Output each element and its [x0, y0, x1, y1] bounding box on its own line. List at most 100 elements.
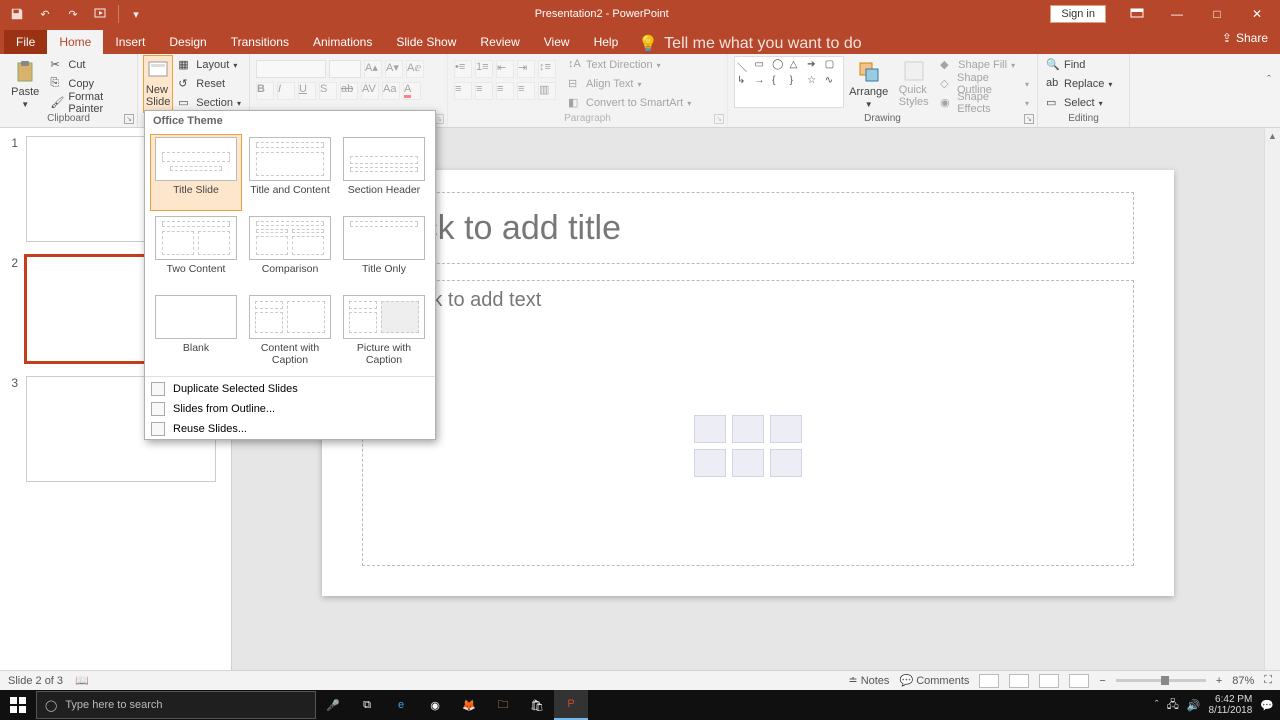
slide-canvas[interactable]: Click to add title Click to add text — [322, 170, 1174, 596]
shape-effects-button[interactable]: ◉Shape Effects▾ — [938, 95, 1031, 112]
tab-help[interactable]: Help — [582, 30, 631, 54]
insert-chart-icon[interactable] — [732, 415, 764, 443]
char-spacing-icon[interactable]: AV — [361, 82, 379, 100]
slideshow-view-icon[interactable] — [1069, 674, 1089, 688]
comments-button[interactable]: 💬 Comments — [899, 674, 969, 687]
shapes-gallery[interactable]: ＼▭◯△➔▢ ↳→{}☆∿ — [734, 56, 844, 108]
layout-content-with-caption[interactable]: Content with Caption — [245, 293, 335, 368]
layout-blank[interactable]: Blank — [151, 293, 241, 368]
start-button[interactable] — [0, 690, 36, 720]
insert-table-icon[interactable] — [694, 415, 726, 443]
powerpoint-taskbar-icon[interactable]: P — [554, 690, 588, 720]
duplicate-selected-slides[interactable]: Duplicate Selected Slides — [145, 379, 435, 399]
undo-icon[interactable]: ↶ — [34, 3, 56, 25]
slide-sorter-view-icon[interactable] — [1009, 674, 1029, 688]
format-painter-button[interactable]: 🖌Format Painter — [48, 95, 131, 112]
italic-icon[interactable]: I — [277, 82, 295, 100]
layout-title-slide[interactable]: Title Slide — [151, 135, 241, 210]
store-icon[interactable]: 🛍 — [520, 690, 554, 720]
taskbar-clock[interactable]: 6:42 PM 8/11/2018 — [1209, 694, 1253, 716]
shape-connector-icon[interactable]: ↳ — [737, 75, 754, 90]
bold-icon[interactable]: B — [256, 82, 274, 100]
qat-customize-icon[interactable]: ▾ — [125, 3, 147, 25]
spellcheck-icon[interactable]: 📖 — [75, 674, 89, 687]
tab-design[interactable]: Design — [157, 30, 218, 54]
numbering-icon[interactable]: 1≡ — [475, 60, 493, 78]
tab-file[interactable]: File — [4, 30, 47, 54]
font-family-input[interactable] — [256, 60, 326, 78]
share-button[interactable]: ⇪ Share — [1222, 31, 1268, 45]
shape-line-icon[interactable]: ＼ — [737, 59, 754, 74]
columns-icon[interactable]: ▥ — [538, 82, 556, 100]
cortana-icon[interactable]: 🎤 — [316, 690, 350, 720]
shape-rbrace-icon[interactable]: } — [790, 75, 807, 90]
reuse-slides[interactable]: Reuse Slides... — [145, 419, 435, 439]
slides-from-outline[interactable]: Slides from Outline... — [145, 399, 435, 419]
insert-video-icon[interactable] — [770, 449, 802, 477]
tab-view[interactable]: View — [532, 30, 582, 54]
shape-roundrect-icon[interactable]: ▢ — [825, 59, 842, 74]
layout-section-header[interactable]: Section Header — [339, 135, 429, 210]
align-left-icon[interactable]: ≡ — [454, 82, 472, 100]
shape-arrow-icon[interactable]: ➔ — [807, 59, 824, 74]
paragraph-dialog-launcher[interactable]: ↘ — [714, 114, 724, 124]
taskbar-search[interactable]: ◯ Type here to search — [36, 691, 316, 719]
drawing-dialog-launcher[interactable]: ↘ — [1024, 114, 1034, 124]
convert-smartart-button[interactable]: ◧Convert to SmartArt▾ — [566, 95, 693, 112]
strikethrough-icon[interactable]: ab — [340, 82, 358, 100]
shape-rect-icon[interactable]: ▭ — [755, 59, 772, 74]
replace-button[interactable]: abReplace▾ — [1044, 76, 1114, 93]
zoom-slider[interactable] — [1116, 679, 1206, 682]
edge-icon[interactable]: e — [384, 690, 418, 720]
zoom-level[interactable]: 87% — [1232, 675, 1254, 687]
notes-button[interactable]: ≐ Notes — [848, 674, 889, 687]
task-view-icon[interactable]: ⧉ — [350, 690, 384, 720]
layout-comparison[interactable]: Comparison — [245, 214, 335, 289]
section-button[interactable]: ▭Section▾ — [176, 95, 243, 112]
maximize-icon[interactable]: □ — [1198, 0, 1236, 28]
insert-picture-icon[interactable] — [694, 449, 726, 477]
decrease-font-icon[interactable]: A▾ — [385, 60, 403, 78]
change-case-icon[interactable]: Aa — [382, 82, 400, 100]
new-slide-button[interactable]: New Slide — [144, 56, 172, 112]
arrange-button[interactable]: Arrange▼ — [848, 56, 889, 112]
decrease-indent-icon[interactable]: ⇤ — [496, 60, 514, 78]
font-color-icon[interactable]: A — [403, 82, 421, 100]
fit-to-window-icon[interactable]: ⛶ — [1264, 674, 1272, 687]
cut-button[interactable]: ✂Cut — [48, 57, 131, 74]
layout-button[interactable]: ▦Layout▾ — [176, 57, 243, 74]
layout-title-and-content[interactable]: Title and Content — [245, 135, 335, 210]
shape-triangle-icon[interactable]: △ — [790, 59, 807, 74]
close-icon[interactable]: ✕ — [1238, 0, 1276, 28]
file-explorer-icon[interactable]: 🗀 — [486, 690, 520, 720]
content-placeholder[interactable]: Click to add text — [362, 280, 1134, 566]
paste-button[interactable]: Paste ▼ — [6, 56, 44, 112]
align-center-icon[interactable]: ≡ — [475, 82, 493, 100]
tab-home[interactable]: Home — [47, 30, 103, 54]
shape-outline-button[interactable]: ◇Shape Outline▾ — [938, 76, 1031, 93]
layout-title-only[interactable]: Title Only — [339, 214, 429, 289]
increase-font-icon[interactable]: A▴ — [364, 60, 382, 78]
chrome-icon[interactable]: ◉ — [418, 690, 452, 720]
tab-insert[interactable]: Insert — [103, 30, 157, 54]
increase-indent-icon[interactable]: ⇥ — [517, 60, 535, 78]
signin-button[interactable]: Sign in — [1050, 5, 1106, 23]
shape-oval-icon[interactable]: ◯ — [772, 59, 789, 74]
normal-view-icon[interactable] — [979, 674, 999, 688]
clear-formatting-icon[interactable]: Aⅇ — [406, 60, 424, 78]
reset-button[interactable]: ↺Reset — [176, 76, 243, 93]
bullets-icon[interactable]: •≡ — [454, 60, 472, 78]
save-icon[interactable] — [6, 3, 28, 25]
zoom-out-icon[interactable]: − — [1099, 675, 1105, 687]
quick-styles-button[interactable]: Quick Styles — [893, 56, 934, 112]
action-center-icon[interactable]: 💬 — [1260, 699, 1274, 712]
vertical-scrollbar[interactable]: ▲ ▼ — [1264, 128, 1280, 690]
shadow-icon[interactable]: S — [319, 82, 337, 100]
shape-arrowline-icon[interactable]: → — [755, 75, 772, 90]
title-placeholder[interactable]: Click to add title — [362, 192, 1134, 264]
minimize-icon[interactable]: — — [1158, 0, 1196, 28]
shape-star-icon[interactable]: ☆ — [807, 75, 824, 90]
select-button[interactable]: ▭Select▾ — [1044, 95, 1114, 112]
find-button[interactable]: 🔍Find — [1044, 57, 1114, 74]
tab-slideshow[interactable]: Slide Show — [384, 30, 468, 54]
